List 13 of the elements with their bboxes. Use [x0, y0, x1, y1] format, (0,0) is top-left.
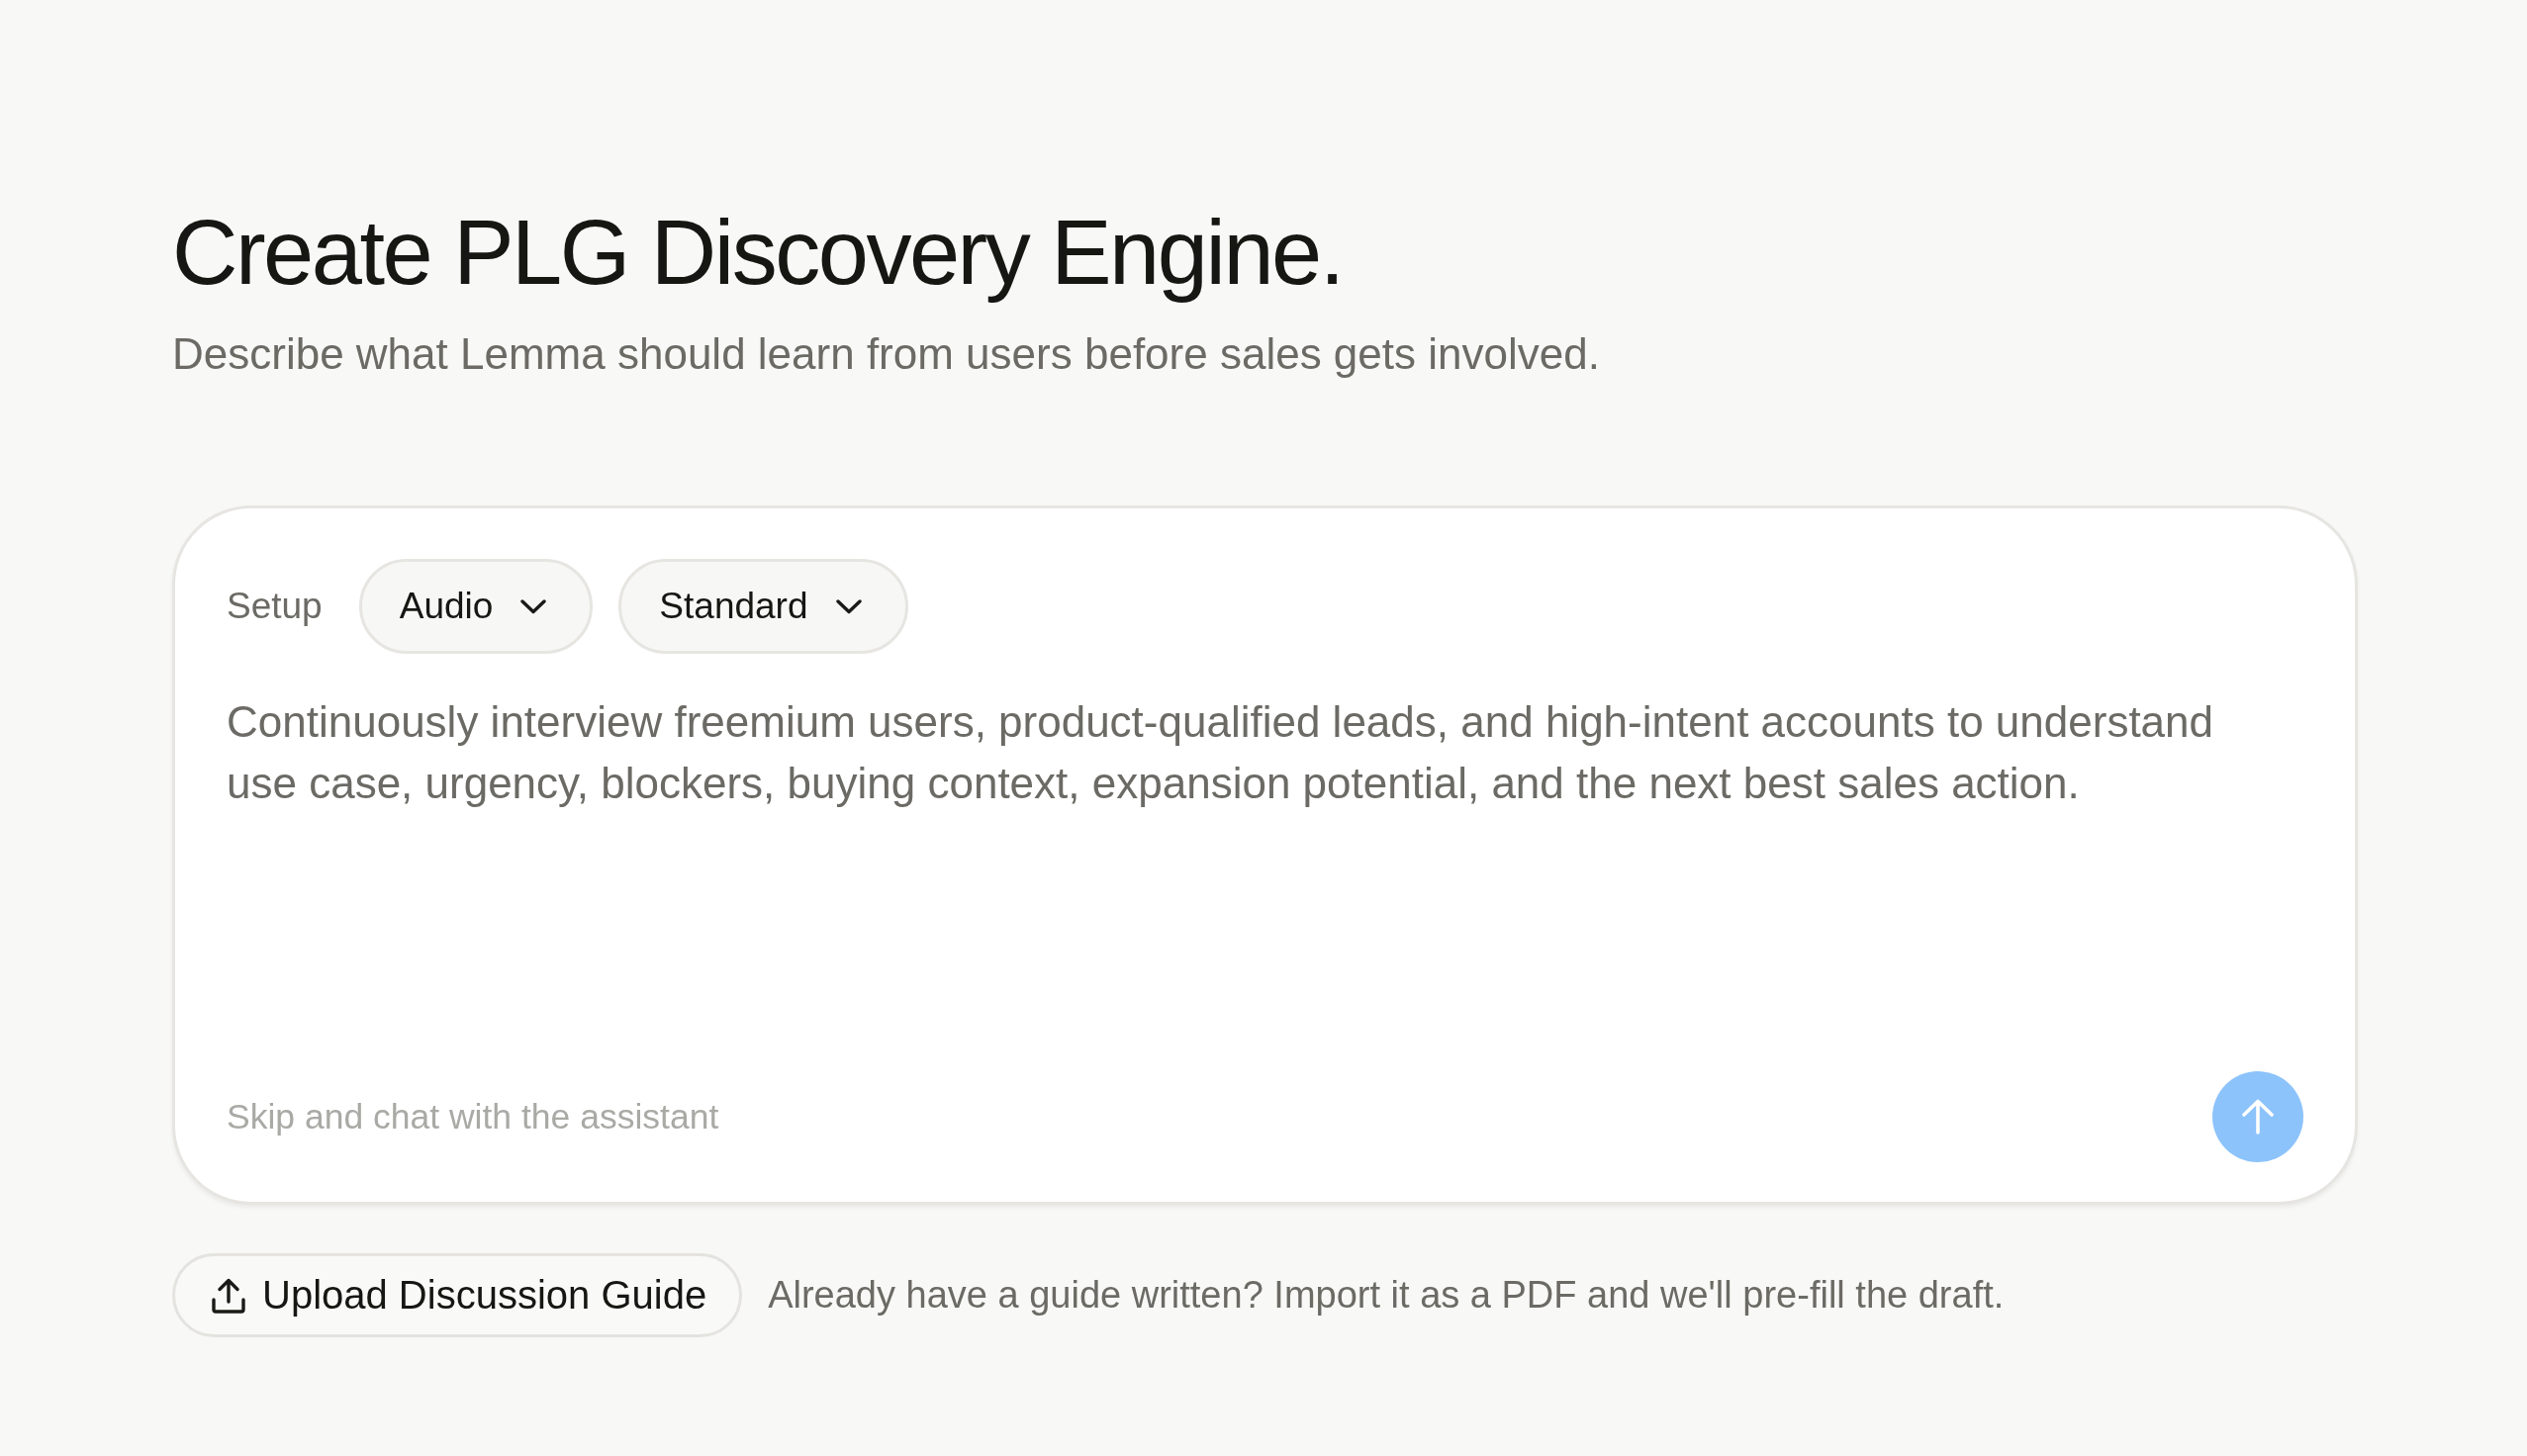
page-subtitle: Describe what Lemma should learn from users before sales gets involved. — [172, 328, 1601, 380]
upload-hint: Already have a guide written? Import it as a PDF and we'll pre-fill the draft. — [768, 1274, 2005, 1317]
upload-button[interactable]: Upload Discussion Guide — [172, 1253, 743, 1337]
chevron-down-icon — [835, 598, 862, 614]
dropdown-button[interactable]: Audio — [358, 559, 594, 654]
chevron-down-icon — [520, 598, 547, 614]
page-title: Create PLG Discovery Engine. — [172, 201, 1344, 305]
upload-icon — [211, 1277, 246, 1314]
dropdown-button[interactable]: Standard — [618, 559, 908, 654]
prompt-field[interactable]: Continuously interview freemium users, product-qualified leads, and high-intent accounts to understand use case, urgency, blockers, buying context, expansion potential, and the next best sales action. — [227, 691, 2303, 1057]
composer-card[interactable] — [172, 505, 2358, 1205]
arrow-up-icon — [2241, 1099, 2275, 1135]
setup-label: Setup — [227, 586, 323, 627]
